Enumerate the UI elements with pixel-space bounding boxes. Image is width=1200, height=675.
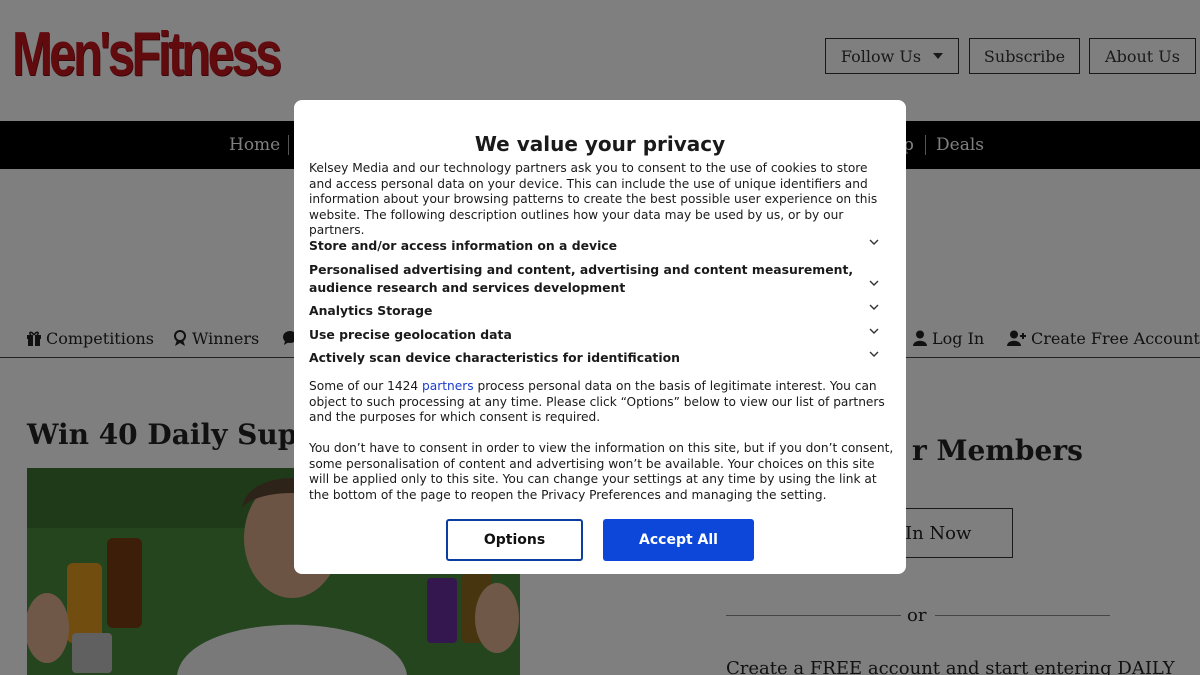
dialog-title: We value your privacy bbox=[474, 132, 726, 156]
purpose-personalised-ads[interactable]: Personalised advertising and content, ad… bbox=[309, 261, 859, 296]
options-button[interactable]: Options bbox=[446, 519, 583, 561]
chevron-down-icon[interactable] bbox=[868, 236, 880, 248]
purpose-geolocation[interactable]: Use precise geolocation data bbox=[309, 326, 859, 344]
consent-info-text: You don’t have to consent in order to vi… bbox=[309, 441, 894, 502]
chevron-down-icon[interactable] bbox=[868, 348, 880, 360]
purpose-device-scan[interactable]: Actively scan device characteristics for… bbox=[309, 349, 859, 367]
legitimate-interest-text: Some of our 1424 partners process person… bbox=[309, 379, 894, 426]
purpose-store-access[interactable]: Store and/or access information on a dev… bbox=[309, 237, 859, 255]
chevron-down-icon[interactable] bbox=[868, 325, 880, 337]
chevron-down-icon[interactable] bbox=[868, 301, 880, 313]
accept-all-button[interactable]: Accept All bbox=[603, 519, 754, 561]
partners-link[interactable]: partners bbox=[422, 379, 474, 393]
legit-text-start: Some of our 1424 bbox=[309, 379, 423, 393]
purpose-analytics-storage[interactable]: Analytics Storage bbox=[309, 302, 859, 320]
chevron-down-icon[interactable] bbox=[868, 277, 880, 289]
privacy-consent-dialog: We value your privacy Kelsey Media and o… bbox=[294, 100, 906, 574]
intro-text: Kelsey Media and our technology partners… bbox=[309, 161, 878, 237]
